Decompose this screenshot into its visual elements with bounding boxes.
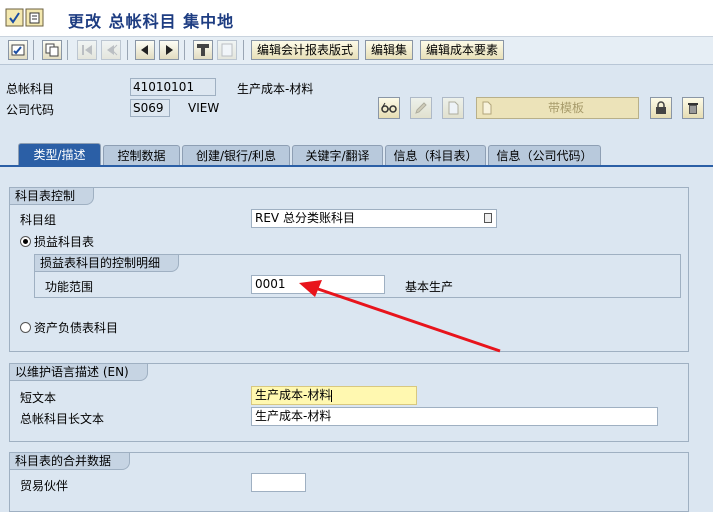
title-bar: 更改 总帐科目 集中地: [0, 0, 713, 37]
short-text-input[interactable]: 生产成本-材料: [251, 386, 417, 405]
value-help-icon[interactable]: [484, 213, 492, 223]
group-title: 损益表科目的控制明细: [35, 255, 180, 272]
tab-control-data[interactable]: 控制数据: [103, 145, 180, 166]
group-title: 科目表的合并数据: [10, 453, 131, 470]
create-document-icon[interactable]: [442, 97, 464, 119]
bs-account-radio[interactable]: [20, 322, 31, 333]
document-icon: [481, 101, 493, 121]
edit-fs-variant-button[interactable]: 编辑会计报表版式: [251, 40, 360, 60]
tab-create-bank-interest[interactable]: 创建/银行/利息: [182, 145, 290, 166]
page-title: 更改 总帐科目 集中地: [68, 12, 235, 31]
company-code-description: VIEW: [188, 101, 220, 115]
short-text-value: 生产成本-材料: [255, 388, 332, 402]
display-change-icon[interactable]: [8, 40, 28, 60]
gl-account-label: 总帐科目: [6, 82, 55, 96]
glasses-icon[interactable]: [378, 97, 400, 119]
toolbar-separator: [33, 40, 34, 60]
account-group-input[interactable]: REV 总分类账科目: [251, 209, 497, 228]
first-page-icon[interactable]: [77, 40, 97, 60]
functional-area-label: 功能范围: [45, 280, 94, 294]
bs-account-label: 资产负债表科目: [34, 321, 119, 335]
description-group: 以维护语言描述 (EN) 短文本 生产成本-材料 总帐科目长文本 生产成本-材料: [9, 363, 689, 442]
next-icon[interactable]: [159, 40, 179, 60]
lock-icon[interactable]: [650, 97, 672, 119]
gl-account-field[interactable]: 41010101: [130, 78, 216, 96]
tab-info-company-code[interactable]: 信息（公司代码）: [488, 145, 601, 166]
company-code-field[interactable]: S069: [130, 99, 170, 117]
pl-account-radio[interactable]: [20, 236, 31, 247]
trading-partner-label: 贸易伙伴: [20, 479, 69, 493]
application-toolbar: 编辑会计报表版式 编辑集 编辑成本要素: [0, 37, 713, 65]
trading-partner-input[interactable]: [251, 473, 306, 492]
display-change-icon[interactable]: [5, 7, 45, 29]
consolidation-group: 科目表的合并数据 贸易伙伴: [9, 452, 689, 512]
tab-type-description[interactable]: 类型/描述: [18, 143, 101, 166]
company-code-label: 公司代码: [6, 103, 55, 117]
group-title: 以维护语言描述 (EN): [10, 364, 148, 381]
account-group-label: 科目组: [20, 213, 57, 227]
toolbar-separator: [67, 40, 68, 60]
edit-cost-element-button[interactable]: 编辑成本要素: [420, 40, 505, 60]
account-group-value: REV 总分类账科目: [255, 211, 355, 225]
functional-area-description: 基本生产: [405, 280, 454, 294]
toolbar-separator: [184, 40, 185, 60]
pencil-icon[interactable]: [410, 97, 432, 119]
pl-detail-group: 损益表科目的控制明细 功能范围 0001 基本生产: [34, 254, 681, 298]
short-text-label: 短文本: [20, 391, 57, 405]
trash-icon[interactable]: [682, 97, 704, 119]
where-used-icon[interactable]: [193, 40, 213, 60]
with-template-label: 带模板: [548, 101, 585, 115]
previous-page-icon[interactable]: [101, 40, 121, 60]
text-cursor: [331, 389, 333, 402]
toolbar-separator: [127, 40, 128, 60]
other-object-icon[interactable]: [42, 40, 62, 60]
tab-info-chart-of-accounts[interactable]: 信息（科目表）: [385, 145, 486, 166]
tab-keyword-translation[interactable]: 关键字/翻译: [292, 145, 383, 166]
group-title: 科目表控制: [10, 188, 95, 205]
toolbar-separator: [243, 40, 244, 60]
document-icon[interactable]: [217, 40, 237, 60]
edit-set-button[interactable]: 编辑集: [365, 40, 414, 60]
with-template-button[interactable]: 带模板: [476, 97, 639, 119]
gl-account-description: 生产成本-材料: [237, 82, 314, 96]
coa-control-group: 科目表控制 科目组 REV 总分类账科目 损益科目表 损益表科目的控制明细 功能…: [9, 187, 689, 352]
previous-icon[interactable]: [135, 40, 155, 60]
functional-area-input[interactable]: 0001: [251, 275, 385, 294]
long-text-label: 总帐科目长文本: [20, 412, 105, 426]
long-text-input[interactable]: 生产成本-材料: [251, 407, 658, 426]
pl-account-label: 损益科目表: [34, 235, 95, 249]
